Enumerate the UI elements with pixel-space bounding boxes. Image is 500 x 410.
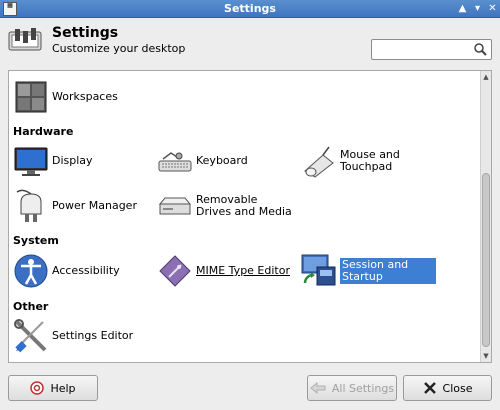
item-label: Session and Startup bbox=[340, 258, 436, 284]
item-label: Display bbox=[52, 154, 93, 167]
session-startup-icon bbox=[301, 254, 336, 286]
item-settings-editor[interactable]: Settings Editor bbox=[13, 318, 133, 354]
close-label: Close bbox=[442, 381, 473, 395]
back-arrow-icon bbox=[310, 382, 326, 394]
item-keyboard[interactable]: Keyboard bbox=[157, 143, 248, 179]
accessibility-icon bbox=[14, 254, 48, 288]
section-hardware: Hardware bbox=[13, 125, 74, 138]
page-subtitle: Customize your desktop bbox=[52, 42, 186, 55]
mouse-icon bbox=[304, 146, 334, 178]
item-label: Accessibility bbox=[52, 264, 120, 277]
item-label: Mouse and Touchpad bbox=[340, 148, 400, 173]
close-button[interactable]: Close bbox=[403, 375, 492, 401]
keyboard-icon bbox=[158, 152, 192, 172]
minimize-icon[interactable]: ▾ bbox=[471, 2, 484, 15]
close-window-icon[interactable]: ✕ bbox=[486, 2, 499, 15]
scrollbar-thumb[interactable] bbox=[482, 173, 490, 347]
settings-panel[interactable]: Workspaces Hardware Display Keyboard Mou… bbox=[8, 70, 492, 363]
help-label: Help bbox=[50, 381, 76, 395]
item-mouse-touchpad[interactable]: Mouse and Touchpad bbox=[301, 143, 436, 179]
help-button[interactable]: Help bbox=[8, 375, 98, 401]
title-bar: ▦ Settings ▲ ▾ ✕ bbox=[0, 0, 500, 18]
item-label: MIME Type Editor bbox=[196, 264, 290, 277]
item-label: Power Manager bbox=[52, 199, 137, 212]
settings-app-icon bbox=[8, 28, 42, 51]
section-system: System bbox=[13, 234, 59, 247]
close-icon bbox=[423, 382, 436, 394]
search-icon bbox=[474, 43, 487, 56]
workspaces-icon bbox=[15, 81, 47, 113]
settings-editor-icon bbox=[14, 319, 47, 353]
item-power-manager[interactable]: Power Manager bbox=[13, 188, 137, 224]
item-accessibility[interactable]: Accessibility bbox=[13, 253, 120, 289]
item-removable-drives[interactable]: Removable Drives and Media bbox=[157, 188, 292, 224]
help-icon bbox=[30, 381, 45, 395]
drive-icon bbox=[158, 197, 192, 215]
item-label: Workspaces bbox=[52, 90, 118, 103]
item-label: Removable Drives and Media bbox=[196, 193, 292, 218]
vertical-scrollbar[interactable]: ▲ ▼ bbox=[480, 71, 491, 362]
page-title: Settings bbox=[52, 25, 119, 41]
item-mime-type-editor[interactable]: MIME Type Editor bbox=[157, 253, 290, 289]
scroll-up-icon[interactable]: ▲ bbox=[481, 72, 491, 82]
mime-type-icon bbox=[159, 255, 191, 287]
search-input[interactable] bbox=[371, 39, 492, 60]
keep-above-icon[interactable]: ▲ bbox=[456, 2, 469, 15]
item-display[interactable]: Display bbox=[13, 143, 93, 179]
section-other: Other bbox=[13, 300, 49, 313]
item-label: Settings Editor bbox=[52, 329, 134, 342]
header: Settings Customize your desktop bbox=[0, 18, 500, 68]
all-settings-button[interactable]: All Settings bbox=[307, 375, 397, 401]
item-workspaces[interactable]: Workspaces bbox=[13, 79, 118, 115]
scroll-down-icon[interactable]: ▼ bbox=[481, 351, 491, 361]
all-settings-label: All Settings bbox=[331, 381, 395, 395]
display-icon bbox=[14, 147, 48, 176]
power-plug-icon bbox=[16, 189, 42, 222]
window-title: Settings bbox=[224, 2, 276, 15]
item-label: Keyboard bbox=[196, 154, 248, 167]
item-session-startup[interactable]: Session and Startup bbox=[301, 253, 436, 289]
